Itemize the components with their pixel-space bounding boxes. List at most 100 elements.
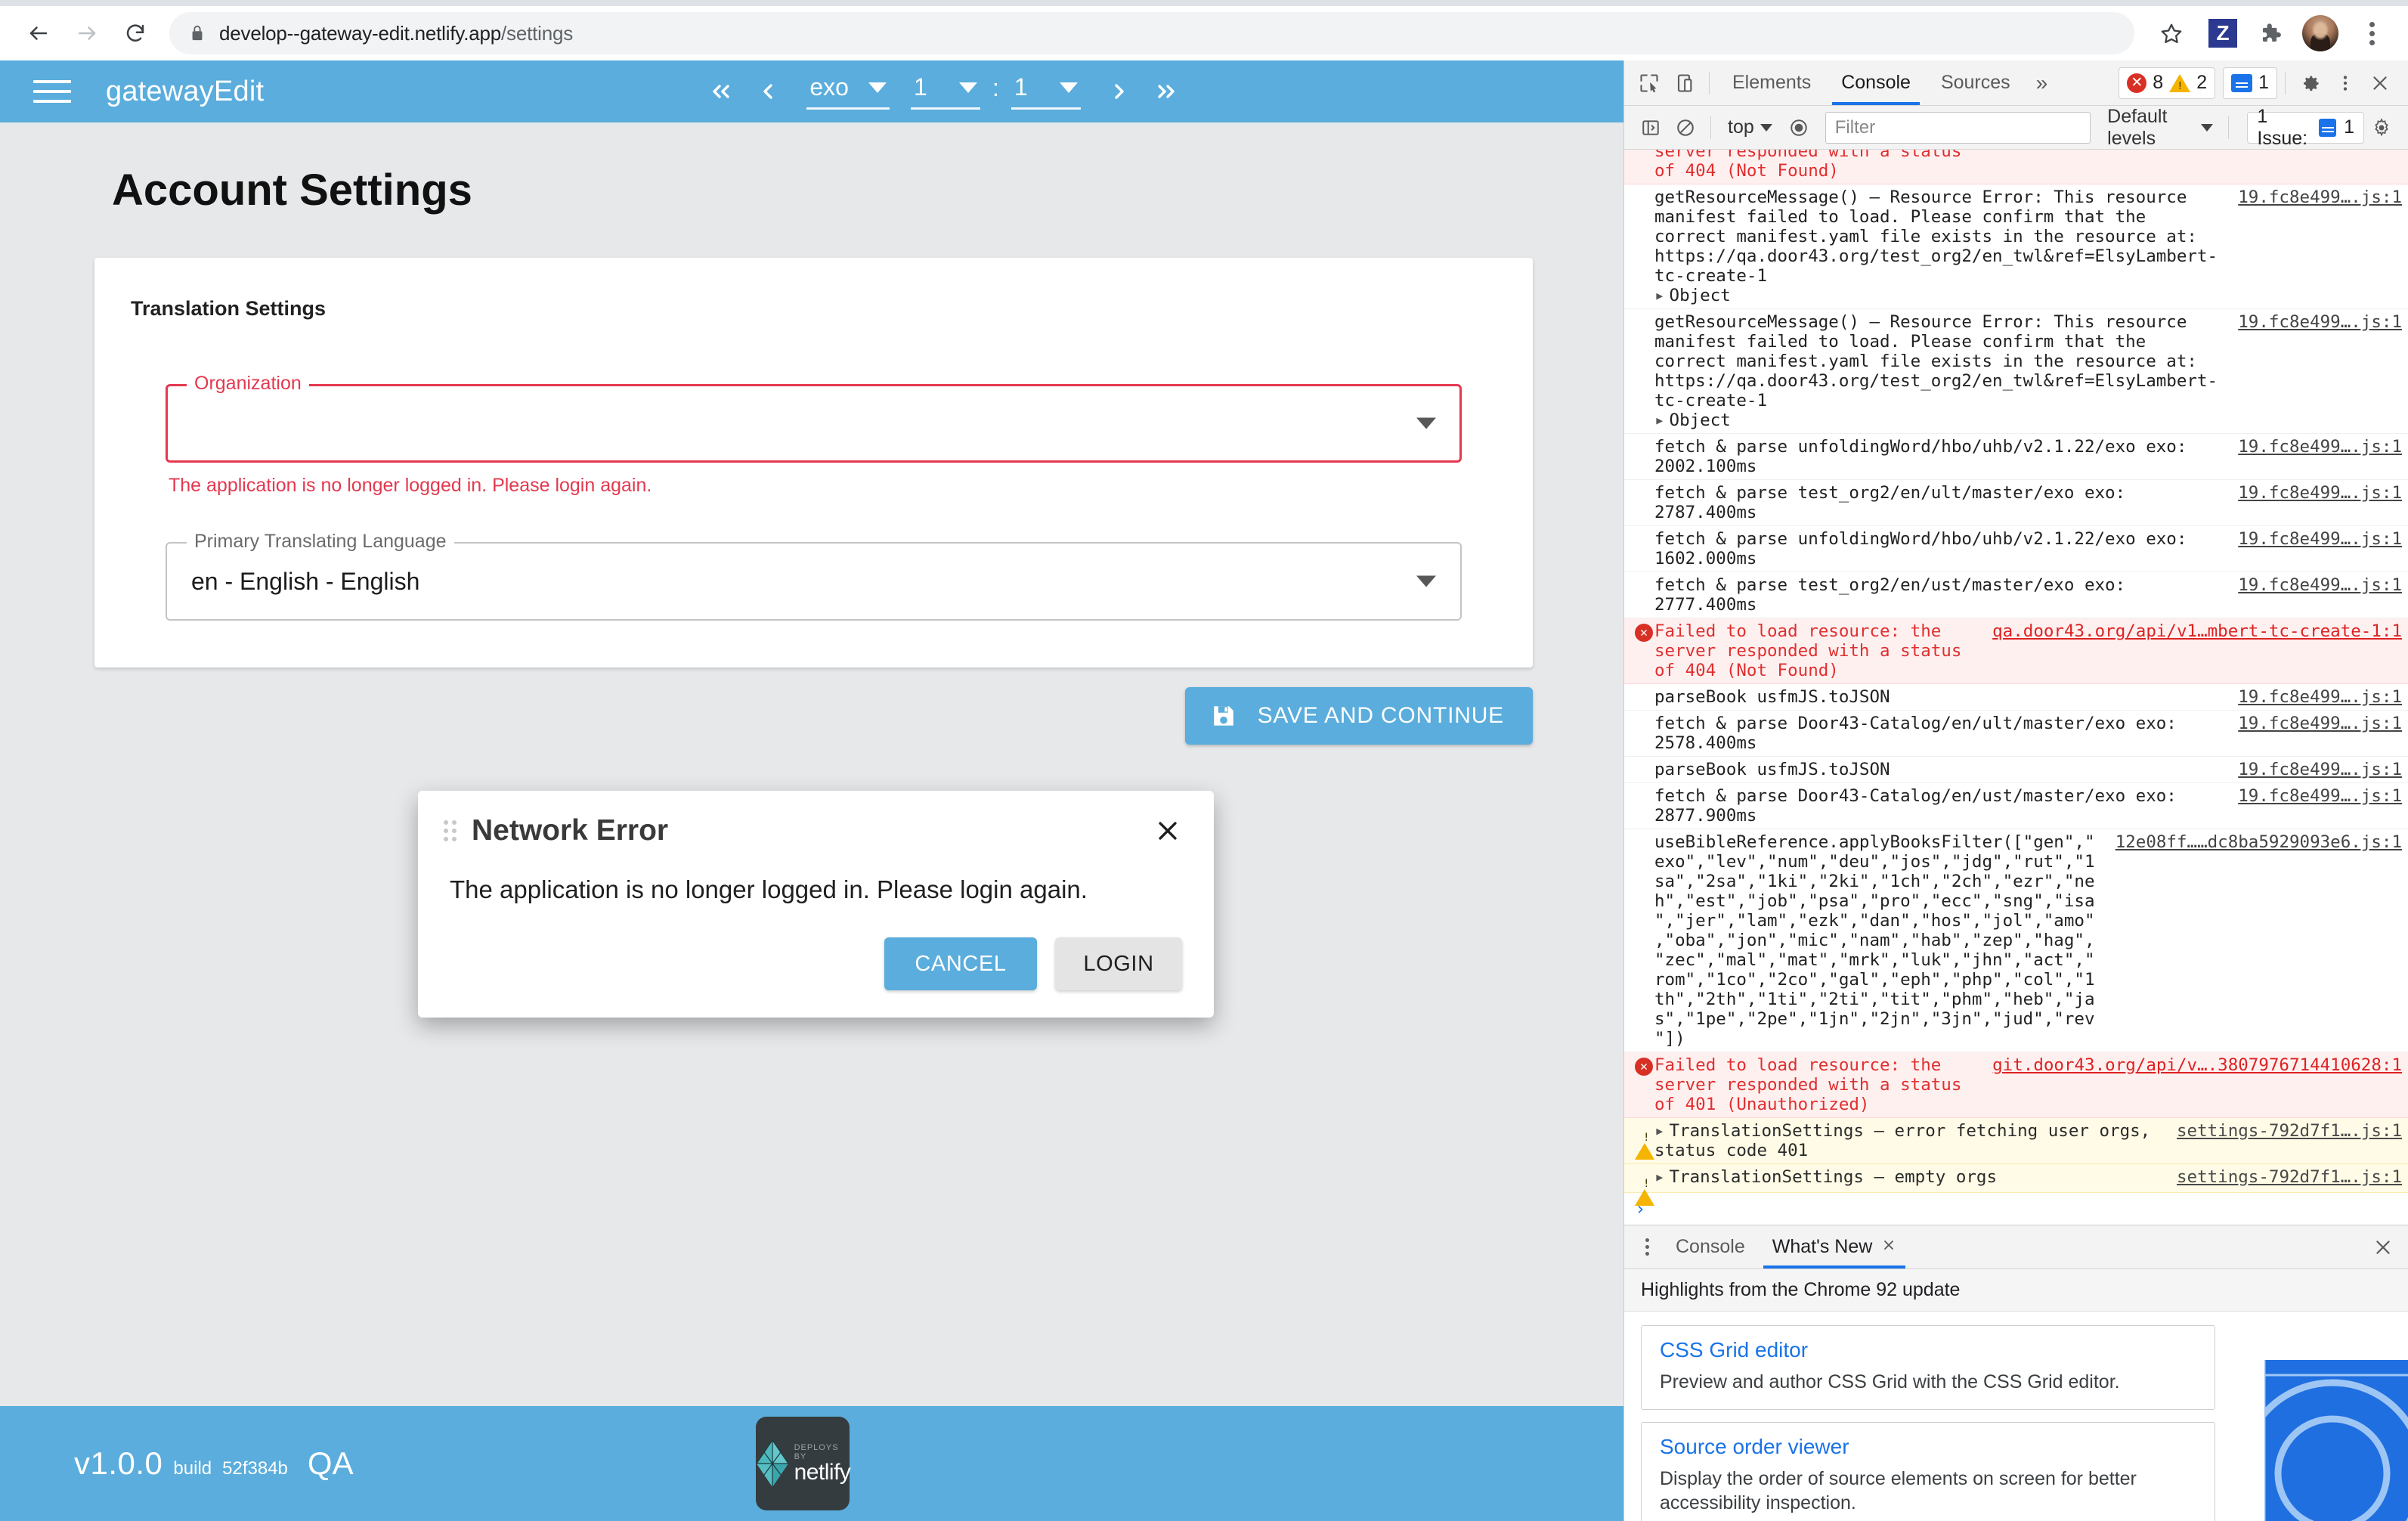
console-log-source[interactable]: 19.fc8e499….js:1	[2233, 529, 2402, 549]
organization-field[interactable]: Organization	[166, 372, 1462, 463]
close-devtools-icon[interactable]	[2363, 66, 2397, 101]
console-log-source[interactable]: settings-792d7f1….js:1	[2172, 1121, 2402, 1141]
console-log-source[interactable]: git.door43.org/api/v….3807976714410628:1	[1988, 1055, 2402, 1075]
clear-console-icon[interactable]	[1668, 110, 1703, 145]
console-log-entry[interactable]: parseBook usfmJS.toJSON 19.fc8e499….js:1	[1624, 684, 2408, 711]
chevron-down-icon[interactable]	[1416, 575, 1436, 587]
netlify-deploys-badge[interactable]: DEPLOYS BY netlify	[756, 1417, 851, 1510]
chapter-select[interactable]: 1	[910, 73, 980, 110]
console-log-source[interactable]: 19.fc8e499….js:1	[2233, 187, 2402, 207]
browser-menu-icon[interactable]	[2352, 11, 2391, 55]
console-log-source[interactable]: 19.fc8e499….js:1	[2233, 437, 2402, 457]
last-chapter-button[interactable]	[1143, 68, 1190, 115]
reload-icon[interactable]	[113, 11, 157, 55]
console-filter-input[interactable]: Filter	[1825, 111, 2091, 144]
console-log-source[interactable]: 19.fc8e499….js:1	[2233, 786, 2402, 806]
drag-handle-icon[interactable]	[444, 820, 457, 841]
console-log-entry[interactable]: ▸TranslationSettings – error fetching us…	[1624, 1118, 2408, 1164]
drawer-tab-console[interactable]: Console	[1662, 1225, 1759, 1269]
more-tabs-icon[interactable]: »	[2026, 71, 2059, 95]
whats-new-item[interactable]: CSS Grid editor Preview and author CSS G…	[1641, 1325, 2215, 1410]
console-log-entry[interactable]: ✕Failed to load resource: the server res…	[1624, 618, 2408, 684]
primary-language-field[interactable]: Primary Translating Language en - Englis…	[166, 530, 1462, 621]
tab-console[interactable]: Console	[1826, 60, 1926, 105]
chevron-down-icon[interactable]	[1416, 417, 1436, 429]
previous-chapter-button[interactable]	[744, 68, 791, 115]
expand-triangle-icon[interactable]: ▸	[1654, 286, 1665, 305]
console-sidebar-icon[interactable]	[1633, 110, 1668, 145]
issues-indicator[interactable]: 1 Issue: 1	[2247, 106, 2364, 149]
console-log-entry[interactable]: fetch & parse unfoldingWord/hbo/uhb/v2.1…	[1624, 434, 2408, 480]
console-log-entry[interactable]: fetch & parse unfoldingWord/hbo/uhb/v2.1…	[1624, 526, 2408, 572]
close-x-icon[interactable]	[1150, 813, 1185, 848]
console-log-entry[interactable]: ▸TranslationSettings – empty orgs setting…	[1624, 1164, 2408, 1206]
whats-new-list: CSS Grid editor Preview and author CSS G…	[1624, 1312, 2408, 1521]
expand-triangle-icon[interactable]: ▸	[1654, 410, 1665, 430]
console-log-entry[interactable]: fetch & parse test_org2/en/ult/master/ex…	[1624, 480, 2408, 526]
whats-new-item-title[interactable]: CSS Grid editor	[1660, 1338, 2196, 1362]
close-tab-icon[interactable]	[1881, 1236, 1896, 1258]
extensions-puzzle-icon[interactable]	[2257, 20, 2283, 46]
profile-avatar[interactable]	[2302, 15, 2338, 51]
error-count: 8	[2153, 72, 2164, 93]
console-log-entry[interactable]: useBibleReference.applyBooksFilter(["gen…	[1624, 829, 2408, 1052]
live-expression-icon[interactable]	[1781, 110, 1816, 145]
console-log-entry[interactable]: ✕Failed to load resource: the server res…	[1624, 1052, 2408, 1118]
warning-mark	[1635, 1123, 1654, 1160]
cancel-button[interactable]: CANCEL	[884, 937, 1037, 990]
console-log-link[interactable]: https://qa.door43.org/test_org2/en_twl&r…	[1654, 371, 2218, 410]
console-log-link[interactable]: https://qa.door43.org/test_org2/en_twl&r…	[1654, 246, 2218, 286]
log-gutter	[1635, 312, 1654, 314]
close-drawer-icon[interactable]	[2366, 1230, 2400, 1265]
gear-icon[interactable]	[2293, 66, 2328, 101]
console-log-source[interactable]: 19.fc8e499….js:1	[2233, 575, 2402, 595]
save-and-continue-button[interactable]: SAVE AND CONTINUE	[1184, 687, 1533, 745]
console-log-source[interactable]: 19.fc8e499….js:1	[2233, 312, 2402, 332]
console-log-entry[interactable]: parseBook usfmJS.toJSON 19.fc8e499….js:1	[1624, 757, 2408, 783]
execution-context-select[interactable]: top	[1719, 116, 1781, 138]
console-settings-gear-icon[interactable]	[2364, 110, 2399, 145]
bookmark-star-icon[interactable]	[2150, 11, 2193, 55]
drawer-more-icon[interactable]	[1632, 1238, 1662, 1256]
console-log-source[interactable]: 12e08ff……dc8ba5929093e6.js:1	[2111, 832, 2402, 852]
console-log-list[interactable]: getResourceMessage() – Resource Error: T…	[1624, 150, 2408, 1225]
url-bar[interactable]: develop--gateway-edit.netlify.app/settin…	[169, 12, 2134, 54]
console-prompt[interactable]: ›	[1624, 1193, 2408, 1225]
object-expander[interactable]: ▸ Object	[1654, 410, 2226, 430]
console-log-entry[interactable]: getResourceMessage() – Resource Error: T…	[1624, 184, 2408, 309]
drawer-tab-whats-new[interactable]: What's New	[1759, 1225, 1911, 1269]
tab-elements[interactable]: Elements	[1717, 60, 1826, 105]
login-button[interactable]: LOGIN	[1055, 937, 1182, 990]
hamburger-menu-icon[interactable]	[33, 80, 71, 103]
device-toolbar-icon[interactable]	[1667, 66, 1701, 101]
expand-triangle-icon[interactable]: ▸	[1654, 1167, 1665, 1187]
console-log-source[interactable]: 19.fc8e499….js:1	[2233, 760, 2402, 779]
console-log-entry[interactable]: ✕Failed to load resource: the server res…	[1624, 150, 2408, 184]
first-chapter-button[interactable]	[698, 68, 744, 115]
log-levels-select[interactable]: Default levels	[2100, 106, 2221, 150]
whats-new-item-title[interactable]: Source order viewer	[1660, 1435, 2196, 1459]
next-chapter-button[interactable]	[1096, 68, 1143, 115]
verse-select[interactable]: 1	[1011, 73, 1081, 110]
object-expander[interactable]: ▸ Object	[1654, 286, 2226, 305]
message-counter[interactable]: 1	[2223, 67, 2277, 99]
tab-sources[interactable]: Sources	[1926, 60, 2026, 105]
whats-new-item[interactable]: Source order viewer Display the order of…	[1641, 1422, 2215, 1521]
forward-arrow-icon[interactable]	[65, 11, 109, 55]
issue-counters[interactable]: ✕ 8 2	[2119, 67, 2216, 99]
console-log-entry[interactable]: fetch & parse Door43-Catalog/en/ust/mast…	[1624, 783, 2408, 829]
console-log-source[interactable]: qa.door43.org/api/v1…mbert-tc-create-1:1	[1988, 621, 2402, 641]
zotero-extension-icon[interactable]: Z	[2208, 19, 2237, 48]
console-log-entry[interactable]: fetch & parse test_org2/en/ust/master/ex…	[1624, 572, 2408, 618]
console-log-source[interactable]: 19.fc8e499….js:1	[2233, 687, 2402, 707]
more-options-icon[interactable]	[2328, 66, 2363, 101]
console-log-source[interactable]: settings-792d7f1….js:1	[2172, 1167, 2402, 1187]
expand-triangle-icon[interactable]: ▸	[1654, 1121, 1665, 1141]
console-log-source[interactable]: 19.fc8e499….js:1	[2233, 714, 2402, 733]
console-log-source[interactable]: 19.fc8e499….js:1	[2233, 483, 2402, 503]
console-log-entry[interactable]: getResourceMessage() – Resource Error: T…	[1624, 309, 2408, 434]
console-log-entry[interactable]: fetch & parse Door43-Catalog/en/ult/mast…	[1624, 711, 2408, 757]
inspect-element-icon[interactable]	[1632, 66, 1667, 101]
back-arrow-icon[interactable]	[17, 11, 60, 55]
book-select[interactable]: exo	[806, 73, 890, 110]
